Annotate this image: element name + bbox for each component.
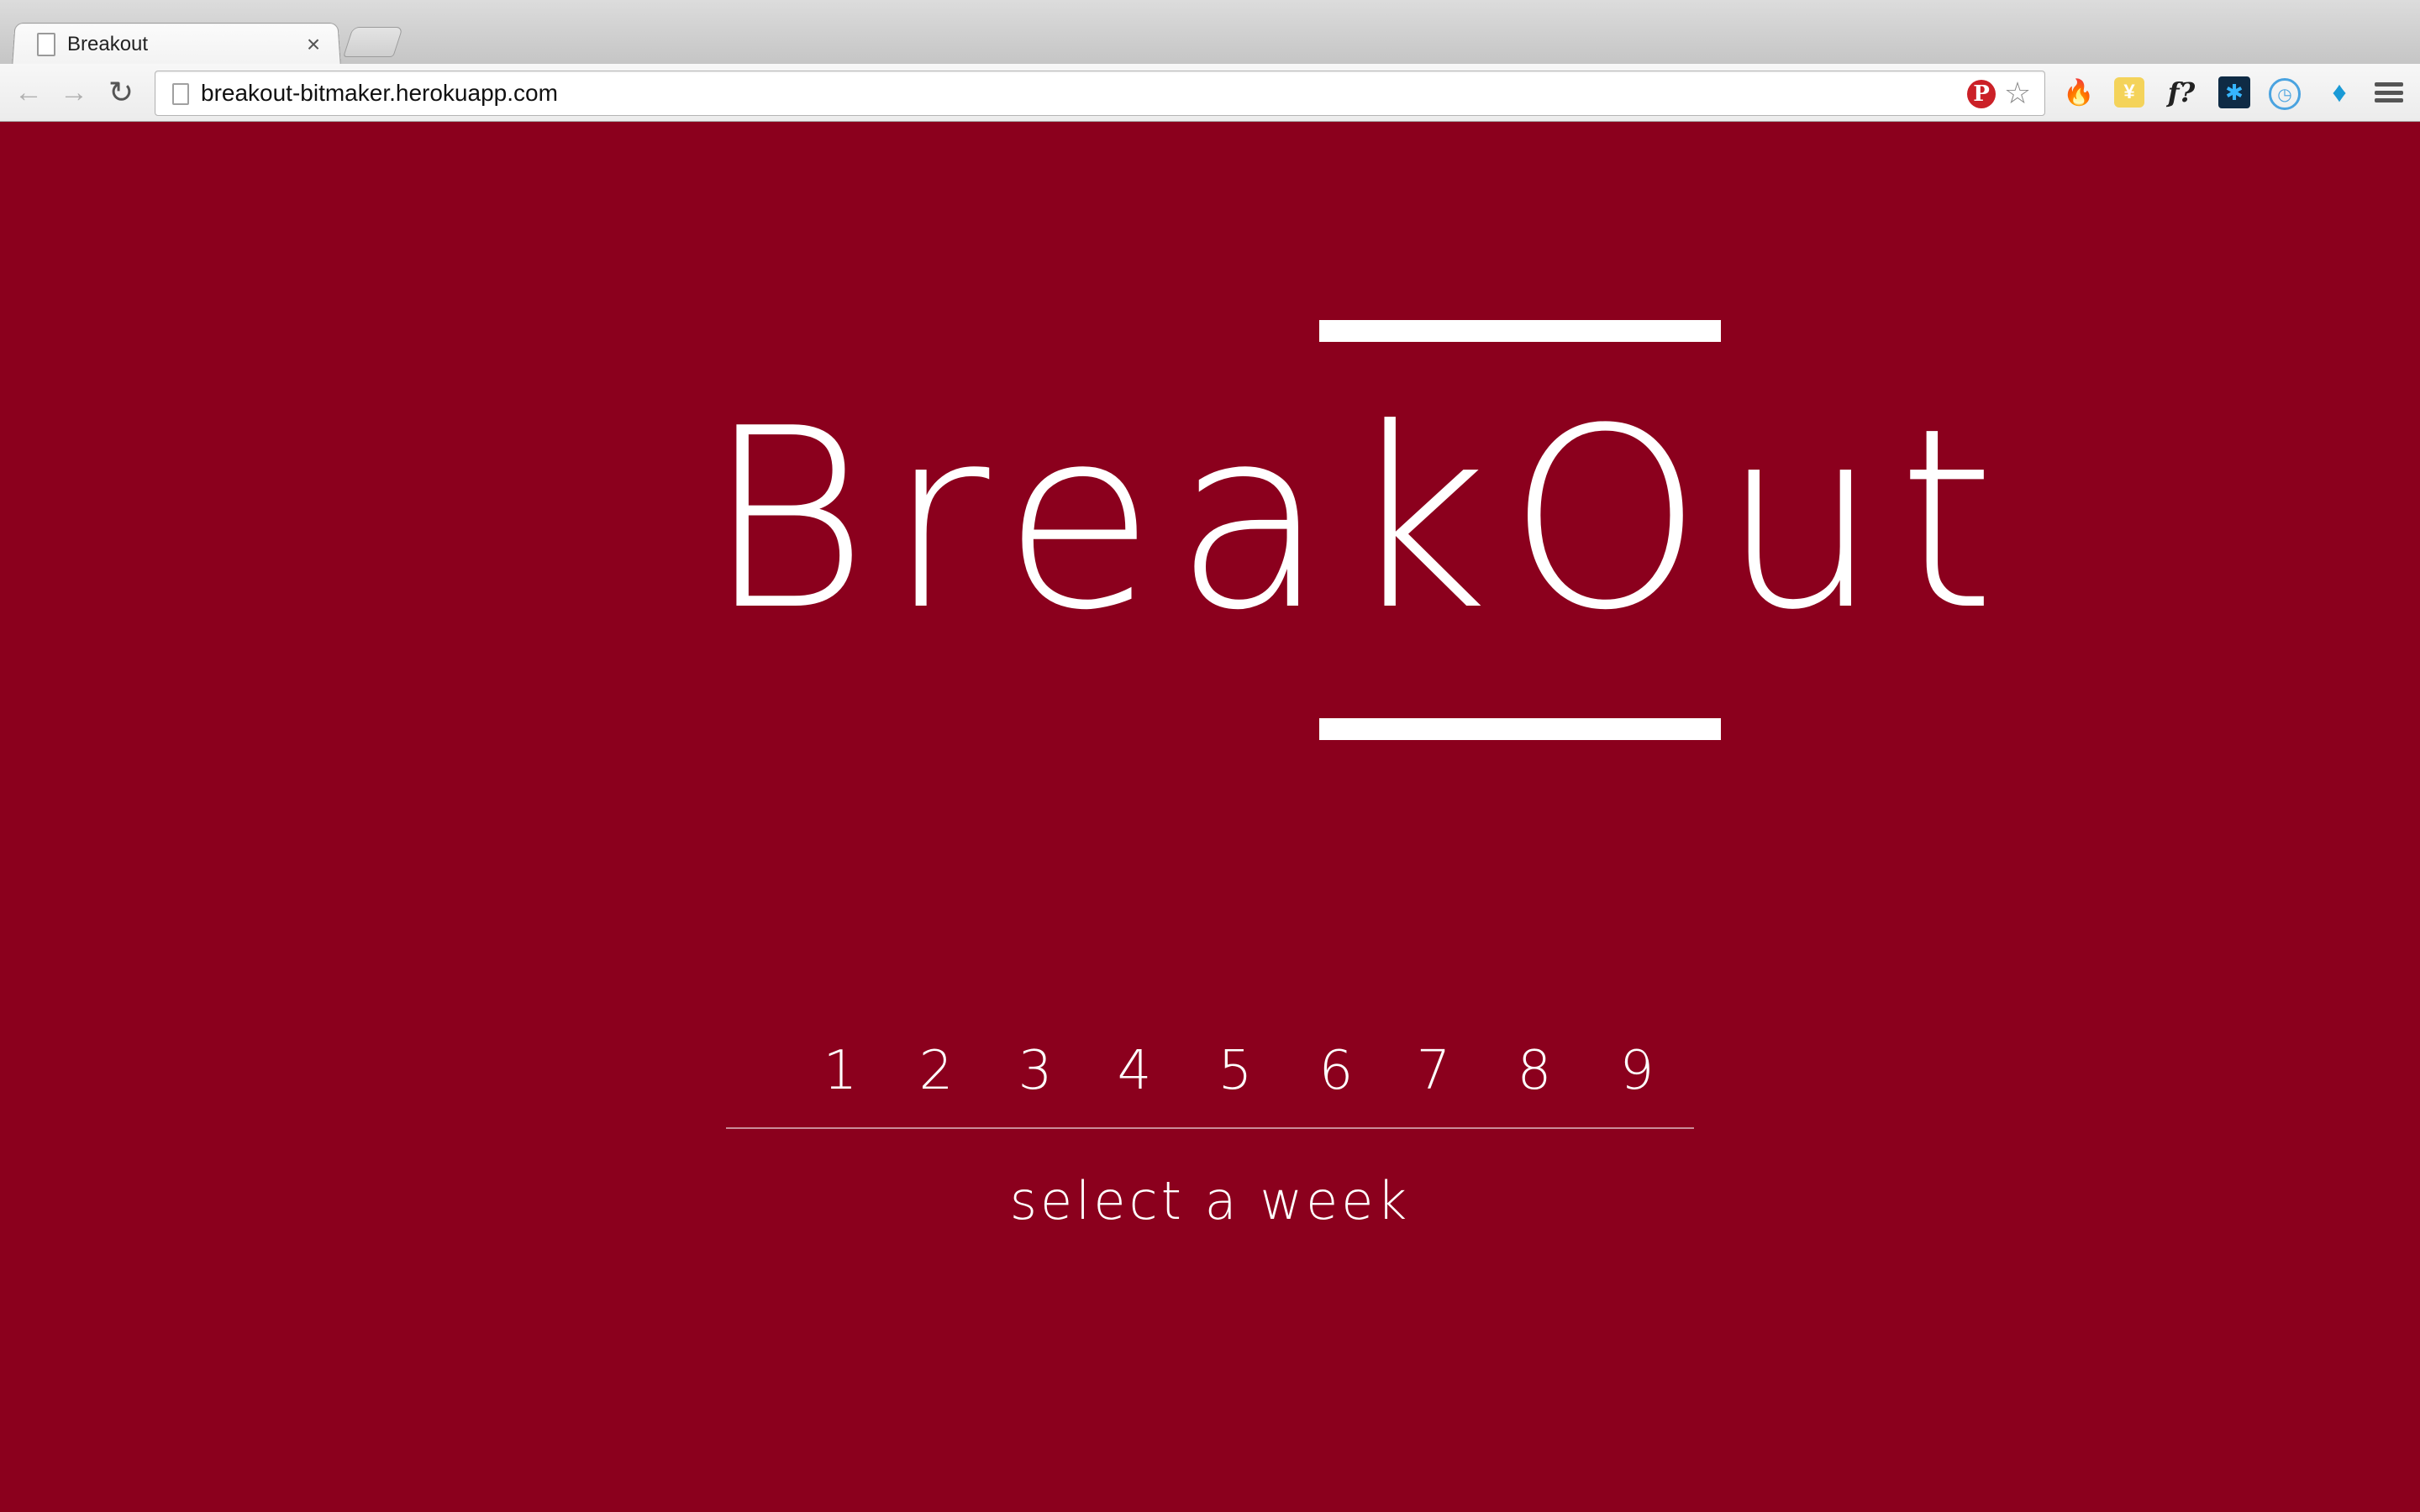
logo-bar-top bbox=[1319, 320, 1721, 342]
week-divider bbox=[726, 1127, 1694, 1129]
week-prompt: select a week bbox=[1009, 1170, 1411, 1231]
menu-icon-line bbox=[2375, 82, 2403, 87]
back-button[interactable]: ← bbox=[12, 76, 45, 109]
browser-toolbar: ← → ↻ breakout-bitmaker.herokuapp.com P … bbox=[0, 64, 2420, 122]
week-link-5[interactable]: 5 bbox=[1202, 1029, 1269, 1113]
page-icon bbox=[172, 83, 189, 105]
tab-close-icon[interactable]: × bbox=[301, 32, 326, 57]
forward-button[interactable]: → bbox=[57, 76, 91, 109]
breakout-logo: BreakOut bbox=[0, 122, 2420, 878]
menu-icon-line bbox=[2375, 98, 2403, 102]
bug-icon[interactable]: ✱ bbox=[2218, 76, 2250, 108]
week-link-9[interactable]: 9 bbox=[1603, 1029, 1670, 1113]
tab-breakout-content[interactable]: Breakout × bbox=[30, 24, 341, 66]
tab-title: Breakout bbox=[67, 33, 149, 55]
url-text[interactable]: breakout-bitmaker.herokuapp.com bbox=[201, 71, 558, 115]
address-bar[interactable]: breakout-bitmaker.herokuapp.com P ☆ bbox=[155, 71, 2045, 116]
week-selector: 1 2 3 4 5 6 7 8 9 bbox=[726, 1029, 1694, 1130]
week-link-1[interactable]: 1 bbox=[807, 1029, 874, 1113]
browser-window: Breakout × ← → ↻ breakout-bitmaker.herok… bbox=[0, 0, 2420, 1512]
menu-icon-line bbox=[2375, 90, 2403, 95]
pinterest-icon[interactable]: P bbox=[1967, 80, 1996, 108]
week-link-3[interactable]: 3 bbox=[1002, 1029, 1069, 1113]
whatfont-icon[interactable]: f? bbox=[2165, 76, 2198, 109]
tab-strip: Breakout × bbox=[0, 0, 2420, 68]
diamond-icon[interactable]: ♦ bbox=[2323, 76, 2356, 109]
week-link-2[interactable]: 2 bbox=[902, 1029, 970, 1113]
week-link-8[interactable]: 8 bbox=[1501, 1029, 1568, 1113]
yen-icon[interactable]: ¥ bbox=[2114, 77, 2144, 108]
reload-button[interactable]: ↻ bbox=[104, 75, 138, 109]
page-icon bbox=[37, 33, 55, 56]
week-link-4[interactable]: 4 bbox=[1101, 1029, 1168, 1113]
clock-icon[interactable]: ◷ bbox=[2269, 78, 2301, 110]
logo-bar-bottom bbox=[1319, 718, 1721, 740]
week-link-7[interactable]: 7 bbox=[1400, 1029, 1467, 1113]
page-content: BreakOut 1 2 3 4 5 6 7 8 9 select a week bbox=[0, 122, 2420, 1512]
flame-icon[interactable]: 🔥 bbox=[2062, 76, 2096, 109]
logo-title: BreakOut bbox=[706, 375, 2014, 664]
new-tab-button[interactable] bbox=[343, 27, 403, 57]
menu-icon[interactable] bbox=[2375, 82, 2403, 102]
bookmark-star-icon[interactable]: ☆ bbox=[2001, 76, 2034, 110]
week-link-6[interactable]: 6 bbox=[1302, 1029, 1370, 1113]
